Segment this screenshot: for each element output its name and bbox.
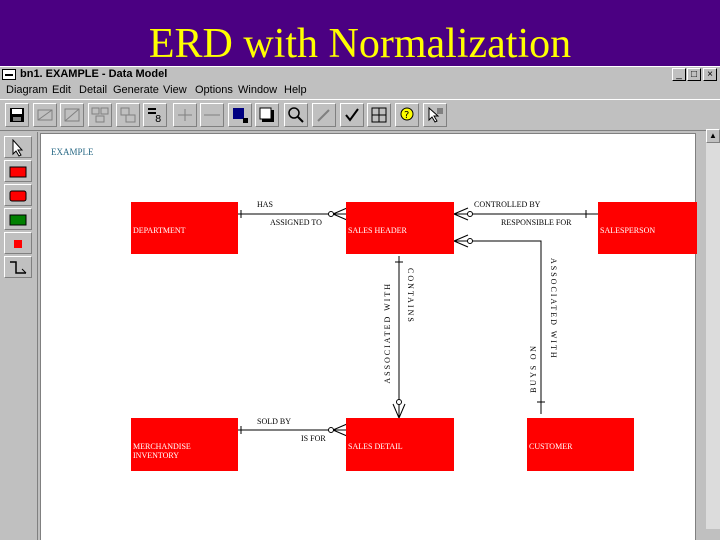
shadow-icon[interactable] xyxy=(255,103,279,127)
arrow-select-icon[interactable] xyxy=(4,136,32,158)
maximize-button[interactable]: □ xyxy=(687,68,701,81)
relationship-label-controlled-by[interactable]: CONTROLLED BY xyxy=(474,200,540,209)
scroll-up-icon[interactable]: ▲ xyxy=(706,129,720,143)
close-button[interactable]: × xyxy=(703,68,717,81)
entity-tool-icon[interactable] xyxy=(33,103,57,127)
menu-options[interactable]: Options xyxy=(195,82,233,99)
system-menu-icon[interactable] xyxy=(2,69,16,80)
entity-merchandise-inventory[interactable]: MERCHANDISE INVENTORY xyxy=(131,418,238,471)
relationship-line-icon[interactable] xyxy=(4,256,32,278)
relationship-label-buys-on[interactable]: BUYS ON xyxy=(529,344,538,393)
entity-label: SALES HEADER xyxy=(348,226,407,235)
entity-green-icon[interactable] xyxy=(4,208,32,230)
grid-icon[interactable] xyxy=(367,103,391,127)
relationship-label-has[interactable]: HAS xyxy=(257,200,273,209)
menu-view[interactable]: View xyxy=(163,82,187,99)
small-entity-icon[interactable] xyxy=(4,232,32,254)
subtype-tool-icon[interactable] xyxy=(88,103,112,127)
entity-icon[interactable] xyxy=(4,160,32,182)
svg-text:?: ? xyxy=(404,110,409,121)
view-icon[interactable] xyxy=(284,103,308,127)
entity-customer[interactable]: CUSTOMER xyxy=(527,418,634,471)
relationship-label-contains[interactable]: CONTAINS xyxy=(406,268,415,324)
relationship-label-responsible-for[interactable]: RESPONSIBLE FOR xyxy=(501,218,571,227)
menu-edit[interactable]: Edit xyxy=(52,82,71,99)
menu-detail[interactable]: Detail xyxy=(79,82,107,99)
entity-label: SALES DETAIL xyxy=(348,442,403,451)
menu-diagram[interactable]: Diagram xyxy=(6,82,48,99)
link-tool-icon[interactable] xyxy=(173,103,197,127)
color-fill-icon[interactable] xyxy=(228,103,252,127)
entity-label: CUSTOMER xyxy=(529,442,573,451)
relationship-label-sold-by[interactable]: SOLD BY xyxy=(257,417,291,426)
relationship-label-associated-with-right[interactable]: ASSOCIATED WITH xyxy=(549,258,558,360)
entity-label: DEPARTMENT xyxy=(133,226,186,235)
relationship-label-is-for[interactable]: IS FOR xyxy=(301,434,326,443)
entity-dependent-icon[interactable] xyxy=(4,184,32,206)
menu-help[interactable]: Help xyxy=(284,82,307,99)
window-titlebar[interactable]: bn1. EXAMPLE - Data Model _ □ × xyxy=(0,67,720,82)
pencil-icon[interactable] xyxy=(312,103,336,127)
save-icon[interactable] xyxy=(5,103,29,127)
menu-generate[interactable]: Generate xyxy=(113,82,159,99)
line-tool-icon[interactable] xyxy=(200,103,224,127)
app-window: bn1. EXAMPLE - Data Model _ □ × Diagram … xyxy=(0,66,720,540)
table-tool-icon[interactable] xyxy=(116,103,140,127)
entity-salesperson[interactable]: SALESPERSON xyxy=(598,202,697,254)
toolbar: 8 ? xyxy=(0,99,720,131)
check-icon[interactable] xyxy=(340,103,364,127)
entity-sales-header[interactable]: SALES HEADER xyxy=(346,202,454,254)
window-title: bn1. EXAMPLE - Data Model xyxy=(20,68,168,80)
entity-sales-detail[interactable]: SALES DETAIL xyxy=(346,418,454,471)
column-tool-icon[interactable]: 8 xyxy=(143,103,167,127)
entity-label: SALESPERSON xyxy=(600,226,656,235)
svg-text:8: 8 xyxy=(155,114,161,124)
minimize-button[interactable]: _ xyxy=(672,68,686,81)
help-icon[interactable]: ? xyxy=(395,103,419,127)
slide-title: ERD with Normalization xyxy=(148,21,572,67)
vertical-scrollbar[interactable]: ▲ xyxy=(706,129,720,529)
entity-department[interactable]: DEPARTMENT xyxy=(131,202,238,254)
relationship-lines xyxy=(194,207,598,437)
diagram-canvas[interactable]: EXAMPLE DEPARTMENT SALES HEADER SALESPER… xyxy=(40,133,697,540)
pointer-help-icon[interactable] xyxy=(423,103,447,127)
entity-label: MERCHANDISE INVENTORY xyxy=(133,442,191,460)
tool-palette xyxy=(0,132,38,540)
menu-window[interactable]: Window xyxy=(238,82,277,99)
relationship-label-assigned-to[interactable]: ASSIGNED TO xyxy=(270,218,322,227)
menubar: Diagram Edit Detail Generate View Option… xyxy=(0,82,720,99)
relationship-tool-icon[interactable] xyxy=(60,103,84,127)
relationship-label-associated-with-left[interactable]: ASSOCIATED WITH xyxy=(383,282,392,384)
